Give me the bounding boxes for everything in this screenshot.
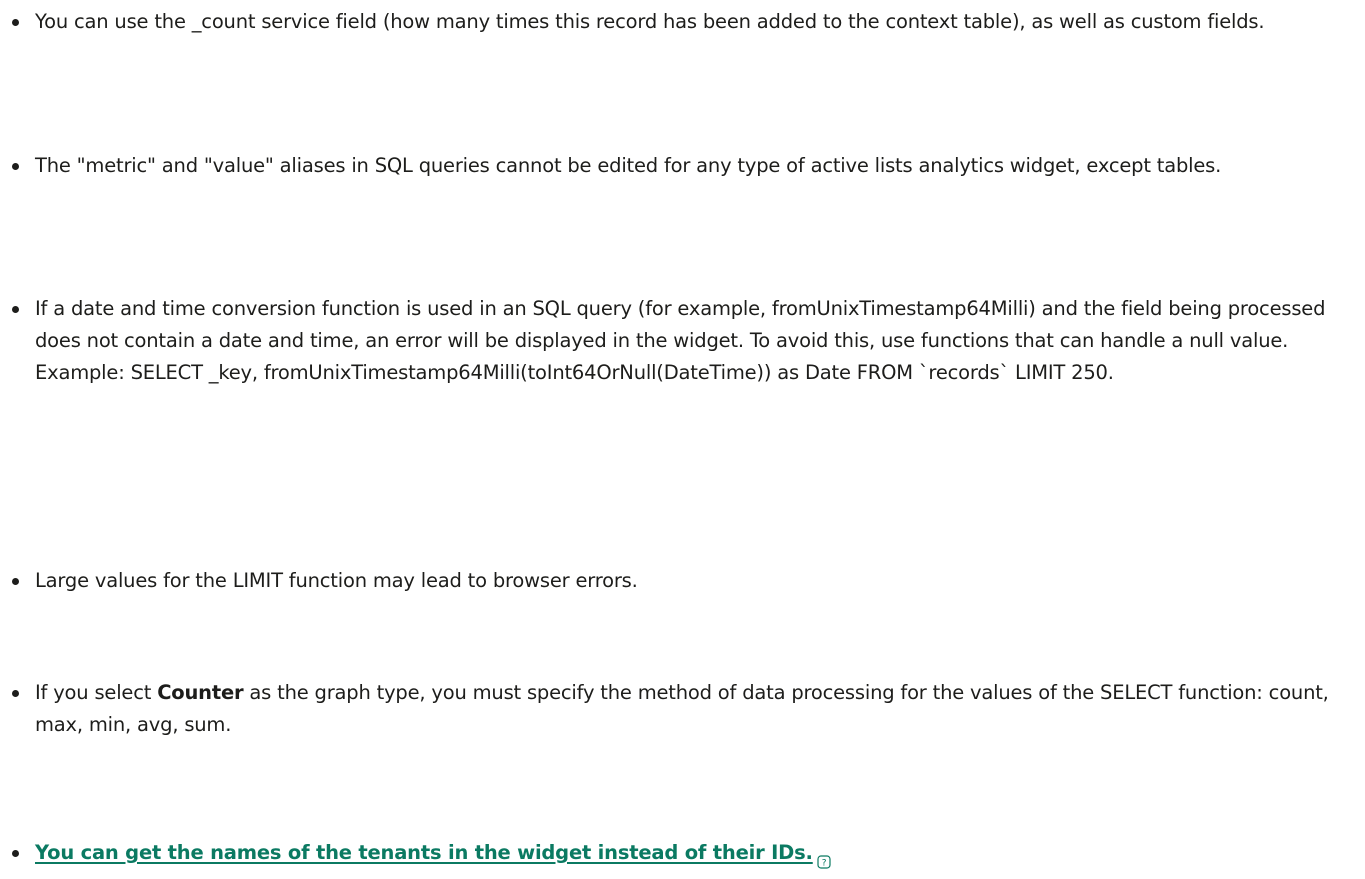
- note-limit: Large values for the LIMIT function may …: [35, 569, 638, 592]
- list-item: The "metric" and "value" aliases in SQL …: [0, 150, 1365, 182]
- list-item: If a date and time conversion function i…: [0, 293, 1365, 389]
- content-area: You can use the _count service field (ho…: [0, 0, 1365, 869]
- note-count-field: You can use the _count service field (ho…: [35, 10, 1265, 33]
- notes-list: You can use the _count service field (ho…: [0, 0, 1365, 869]
- note-date-conversion: If a date and time conversion function i…: [35, 297, 1326, 384]
- note-counter-pre: If you select: [35, 681, 158, 704]
- tenant-names-link[interactable]: You can get the names of the tenants in …: [35, 841, 813, 864]
- counter-term: Counter: [157, 681, 244, 704]
- list-item: Large values for the LIMIT function may …: [0, 565, 1365, 597]
- question-mark-box-icon[interactable]: ?: [817, 847, 831, 869]
- svg-text:?: ?: [821, 858, 826, 868]
- note-aliases: The "metric" and "value" aliases in SQL …: [35, 154, 1222, 177]
- list-item: If you select Counter as the graph type,…: [0, 677, 1365, 741]
- list-item: You can use the _count service field (ho…: [0, 6, 1365, 38]
- list-item[interactable]: You can get the names of the tenants in …: [0, 837, 1365, 869]
